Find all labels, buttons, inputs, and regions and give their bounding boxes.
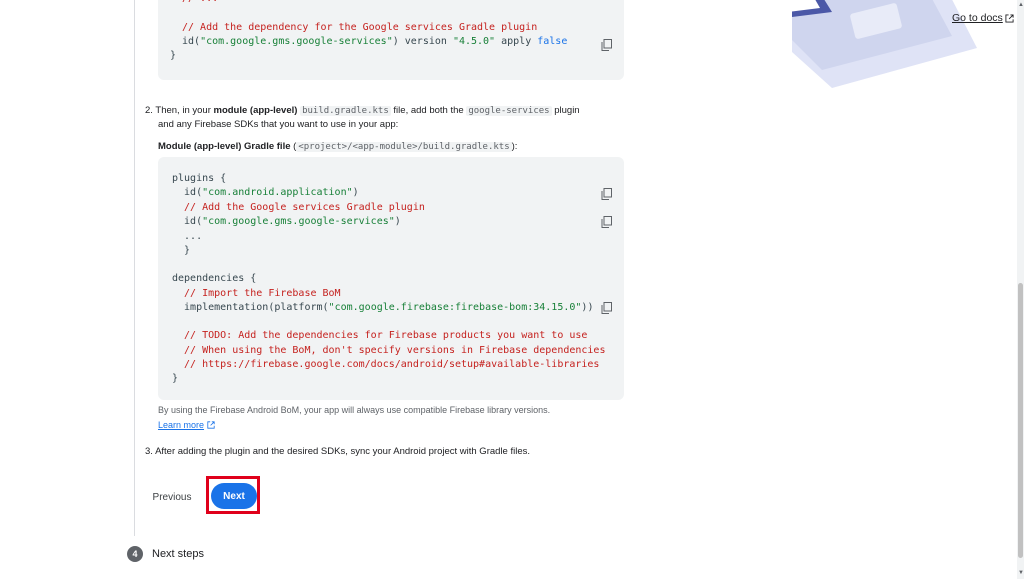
code-line: // Add the Google services Gradle plugin bbox=[172, 202, 425, 213]
code-line: id("com.google.gms.google-services") bbox=[172, 216, 401, 227]
copy-icon[interactable] bbox=[601, 188, 612, 200]
go-to-docs-label: Go to docs bbox=[952, 12, 1003, 24]
bom-note: By using the Firebase Android BoM, your … bbox=[158, 405, 551, 415]
code-line: } bbox=[170, 50, 177, 61]
previous-button[interactable]: Previous bbox=[146, 488, 198, 506]
external-link-icon bbox=[206, 421, 215, 429]
code-line: implementation(platform("com.google.fire… bbox=[172, 302, 594, 313]
scrollbar-thumb[interactable] bbox=[1018, 283, 1023, 558]
step-4-badge: 4 bbox=[127, 546, 143, 562]
step-3-text: 3. After adding the plugin and the desir… bbox=[145, 446, 530, 457]
step-2-line-2: and any Firebase SDKs that you want to u… bbox=[158, 119, 399, 130]
external-link-icon bbox=[1005, 13, 1014, 23]
code-line: // Add the dependency for the Google ser… bbox=[182, 22, 538, 33]
code-line: dependencies { bbox=[172, 273, 257, 284]
learn-more-link[interactable]: Learn more bbox=[158, 418, 215, 432]
go-to-docs-link[interactable]: Go to docs bbox=[952, 12, 1014, 24]
stepper-connector-line bbox=[134, 0, 135, 536]
code-line: // TODO: Add the dependencies for Fireba… bbox=[172, 330, 588, 341]
side-panel bbox=[792, 0, 1024, 579]
code-line: id("com.android.application") bbox=[172, 187, 359, 198]
code-line: } bbox=[184, 245, 191, 256]
copy-icon[interactable] bbox=[601, 216, 612, 228]
main-code-block: plugins { id("com.android.application") … bbox=[158, 157, 624, 400]
gradle-file-label: Module (app-level) Gradle file (<project… bbox=[158, 141, 518, 152]
scroll-up-arrow-icon[interactable]: ▲ bbox=[1018, 2, 1024, 8]
code-line: id("com.google.gms.google-services") ver… bbox=[182, 36, 568, 47]
code-line: // https://firebase.google.com/docs/andr… bbox=[172, 359, 600, 370]
code-line: plugins { bbox=[172, 173, 227, 184]
code-line: // ... bbox=[182, 0, 218, 6]
code-line: // Import the Firebase BoM bbox=[172, 288, 341, 299]
step-2-line-1: 2. Then, in your module (app-level) buil… bbox=[145, 105, 580, 116]
code-line: } bbox=[172, 373, 179, 384]
copy-icon[interactable] bbox=[601, 302, 612, 314]
scroll-down-arrow-icon[interactable]: ▼ bbox=[1018, 570, 1024, 576]
next-steps-title[interactable]: Next steps bbox=[152, 546, 204, 562]
copy-icon[interactable] bbox=[601, 39, 612, 51]
next-button[interactable]: Next bbox=[211, 483, 257, 509]
top-code-block: // ... // Add the dependency for the Goo… bbox=[158, 0, 624, 80]
code-line: // When using the BoM, don't specify ver… bbox=[172, 345, 606, 356]
code-line: ... bbox=[172, 231, 203, 242]
